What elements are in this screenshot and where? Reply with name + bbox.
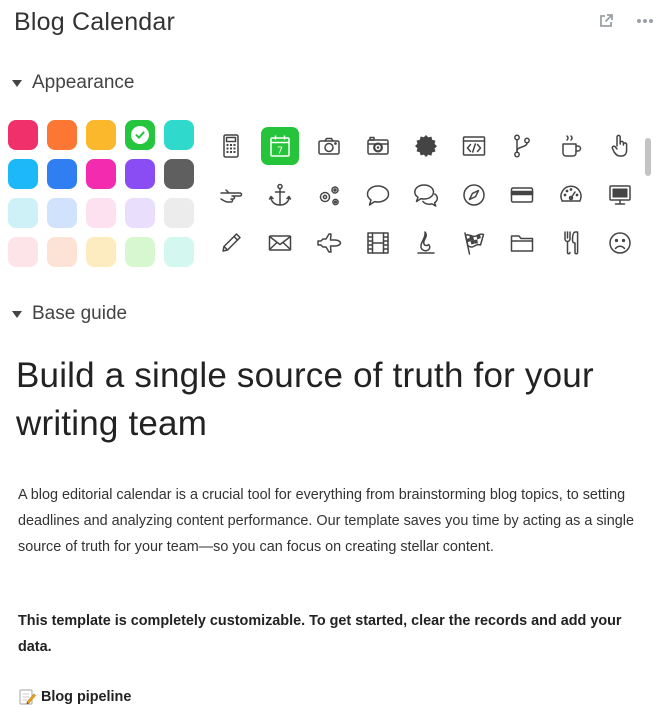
hand-pointer-icon[interactable] xyxy=(601,127,639,165)
dashboard-icon[interactable] xyxy=(552,176,590,214)
color-swatch[interactable] xyxy=(8,120,38,150)
camera-icon[interactable] xyxy=(310,127,348,165)
desktop-icon[interactable] xyxy=(601,176,639,214)
envelope-icon[interactable] xyxy=(261,224,299,262)
cutlery-icon[interactable] xyxy=(552,224,590,262)
color-swatch[interactable] xyxy=(8,198,38,228)
color-swatch[interactable] xyxy=(86,120,116,150)
color-swatch[interactable] xyxy=(86,198,116,228)
blog-pipeline-link[interactable]: Blog pipeline xyxy=(18,688,131,706)
guide-bold-paragraph: This template is completely customizable… xyxy=(18,613,622,655)
caret-down-icon xyxy=(12,310,22,318)
compass-icon[interactable] xyxy=(455,176,493,214)
appearance-label: Appearance xyxy=(32,72,135,93)
frown-icon[interactable] xyxy=(601,224,639,262)
color-swatch[interactable] xyxy=(86,237,116,267)
color-swatch[interactable] xyxy=(164,159,194,189)
page-header: Blog Calendar xyxy=(0,0,667,52)
guide-paragraph: A blog editorial calendar is a crucial t… xyxy=(18,487,634,555)
color-swatch[interactable] xyxy=(125,198,155,228)
blog-pipeline-label: Blog pipeline xyxy=(41,689,132,705)
anchor-icon[interactable] xyxy=(261,176,299,214)
color-swatch[interactable] xyxy=(125,120,155,150)
calendar-icon[interactable]: 7 xyxy=(261,127,299,165)
color-swatch[interactable] xyxy=(86,159,116,189)
folder-icon[interactable] xyxy=(503,224,541,262)
icon-palette-scrollbar[interactable] xyxy=(645,138,651,176)
fire-icon[interactable] xyxy=(407,224,445,262)
checkered-flag-icon[interactable] xyxy=(455,224,493,262)
svg-text:7: 7 xyxy=(277,146,283,157)
color-swatch[interactable] xyxy=(125,159,155,189)
caret-down-icon xyxy=(12,79,22,87)
color-swatch[interactable] xyxy=(8,237,38,267)
more-icon[interactable] xyxy=(634,10,656,32)
chat-bubbles-icon[interactable] xyxy=(407,176,445,214)
check-icon xyxy=(131,126,149,144)
color-swatch[interactable] xyxy=(164,120,194,150)
color-swatch[interactable] xyxy=(164,198,194,228)
code-icon[interactable] xyxy=(455,127,493,165)
badge-icon[interactable] xyxy=(407,127,445,165)
camera-retro-icon[interactable] xyxy=(359,127,397,165)
color-swatch[interactable] xyxy=(8,159,38,189)
color-swatch[interactable] xyxy=(47,120,77,150)
fighter-jet-icon[interactable] xyxy=(310,224,348,262)
film-icon[interactable] xyxy=(359,224,397,262)
coffee-icon[interactable] xyxy=(552,127,590,165)
page-title: Blog Calendar xyxy=(14,8,176,36)
appearance-toggle[interactable]: Appearance xyxy=(12,72,134,94)
color-swatch[interactable] xyxy=(164,237,194,267)
chat-bubble-icon[interactable] xyxy=(359,176,397,214)
color-swatch[interactable] xyxy=(47,237,77,267)
guide-heading: Build a single source of truth for your … xyxy=(16,356,594,443)
external-link-icon[interactable] xyxy=(595,10,617,32)
color-swatch[interactable] xyxy=(47,159,77,189)
cogs-icon[interactable] xyxy=(310,176,348,214)
credit-card-icon[interactable] xyxy=(503,176,541,214)
pencil-icon[interactable] xyxy=(212,224,250,262)
branch-icon[interactable] xyxy=(503,127,541,165)
base-guide-label: Base guide xyxy=(32,303,128,324)
color-swatch[interactable] xyxy=(47,198,77,228)
calculator-icon[interactable] xyxy=(212,127,250,165)
base-guide-toggle[interactable]: Base guide xyxy=(12,303,127,325)
hand-point-right-icon[interactable] xyxy=(212,176,250,214)
color-swatch[interactable] xyxy=(125,237,155,267)
memo-icon xyxy=(19,689,36,705)
